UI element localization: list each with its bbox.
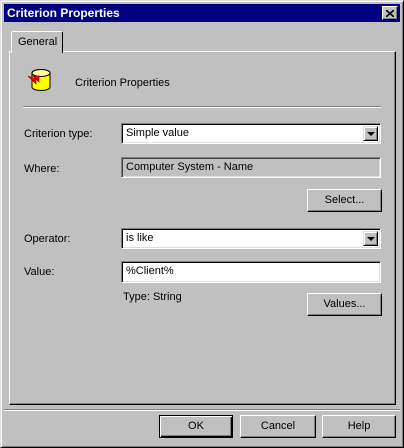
close-icon [386,9,394,17]
select-button[interactable]: Select... [307,189,382,212]
help-button-label: Help [347,420,371,432]
operator-select[interactable]: is like [121,228,381,249]
dialog-window: Criterion Properties General Criterion P… [0,0,404,448]
where-field: Computer System - Name [121,157,381,178]
ok-button[interactable]: OK [159,415,233,438]
value-label: Value: [24,266,55,278]
where-label: Where: [24,163,60,175]
cancel-button[interactable]: Cancel [240,415,316,438]
header-title: Criterion Properties [75,77,170,89]
title-bar[interactable]: Criterion Properties [4,4,400,22]
operator-label: Operator: [24,233,71,245]
footer-separator [4,409,400,411]
header-separator [23,106,381,108]
values-button-label: Values... [323,298,366,310]
ok-button-label: OK [188,420,204,432]
where-value: Computer System - Name [126,161,254,173]
operator-value: is like [126,232,154,244]
value-input[interactable]: %Client% [121,261,381,283]
help-button[interactable]: Help [322,415,396,438]
tab-general-label: General [18,36,58,48]
criterion-type-value: Simple value [126,127,189,139]
window-title: Criterion Properties [7,6,120,20]
cancel-button-label: Cancel [260,420,296,432]
type-hint: Type: String [123,291,182,303]
tab-general[interactable]: General [11,31,63,53]
close-button[interactable] [382,6,398,20]
criterion-type-label: Criterion type: [24,128,93,140]
criterion-type-select[interactable]: Simple value [121,123,381,144]
values-button[interactable]: Values... [307,293,382,316]
select-button-label: Select... [324,194,365,206]
chevron-down-icon[interactable] [363,231,378,246]
database-cylinder-icon [27,69,51,91]
chevron-down-icon[interactable] [363,126,378,141]
value-input-text: %Client% [126,265,174,277]
